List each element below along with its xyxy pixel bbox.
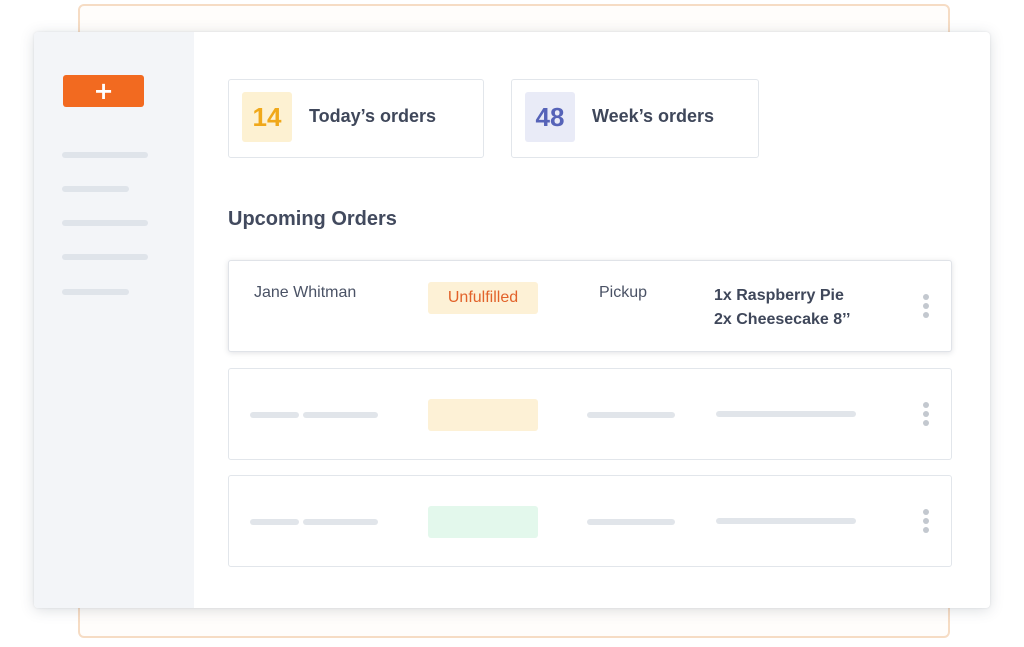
placeholder-items	[716, 411, 856, 417]
weeks-orders-label: Week’s orders	[592, 106, 715, 126]
todays-orders-card[interactable]: 14 Today’s orders	[228, 79, 484, 158]
plus-icon: +	[93, 77, 114, 105]
more-options-icon[interactable]	[922, 509, 930, 535]
weeks-orders-card[interactable]: 48 Week’s orders	[511, 79, 759, 158]
placeholder-status-badge	[428, 506, 538, 538]
app-window: + 14 Today’s orders 48 Week’s orders Upc…	[34, 32, 990, 608]
sidebar-item-4[interactable]	[62, 254, 148, 260]
sidebar-item-3[interactable]	[62, 220, 148, 226]
sidebar: +	[34, 32, 194, 608]
sidebar-item-5[interactable]	[62, 289, 129, 295]
todays-orders-count: 14	[242, 92, 292, 142]
order-items: 1x Raspberry Pie 2x Cheesecake 8’’	[714, 284, 850, 332]
more-options-icon[interactable]	[922, 402, 930, 428]
placeholder-name	[250, 519, 299, 525]
section-title: Upcoming Orders	[228, 208, 397, 230]
placeholder-name	[303, 412, 378, 418]
placeholder-order-row[interactable]	[228, 368, 952, 460]
weeks-orders-count: 48	[525, 92, 575, 142]
order-row[interactable]: Jane Whitman Unfulfilled Pickup 1x Raspb…	[228, 260, 952, 352]
order-item: 1x Raspberry Pie	[714, 287, 844, 304]
more-options-icon[interactable]	[922, 294, 930, 320]
placeholder-status-badge	[428, 399, 538, 431]
order-item: 2x Cheesecake 8’’	[714, 311, 851, 328]
placeholder-method	[587, 519, 675, 525]
placeholder-order-row[interactable]	[228, 475, 952, 567]
sidebar-item-2[interactable]	[62, 186, 129, 192]
placeholder-items	[716, 518, 856, 524]
placeholder-name	[303, 519, 378, 525]
status-badge: Unfulfilled	[428, 282, 538, 314]
placeholder-method	[587, 412, 675, 418]
placeholder-name	[250, 412, 299, 418]
customer-name: Jane Whitman	[254, 284, 357, 301]
fulfillment-method: Pickup	[599, 284, 648, 301]
sidebar-item-1[interactable]	[62, 152, 148, 158]
add-button[interactable]: +	[63, 75, 144, 107]
todays-orders-label: Today’s orders	[309, 106, 437, 126]
